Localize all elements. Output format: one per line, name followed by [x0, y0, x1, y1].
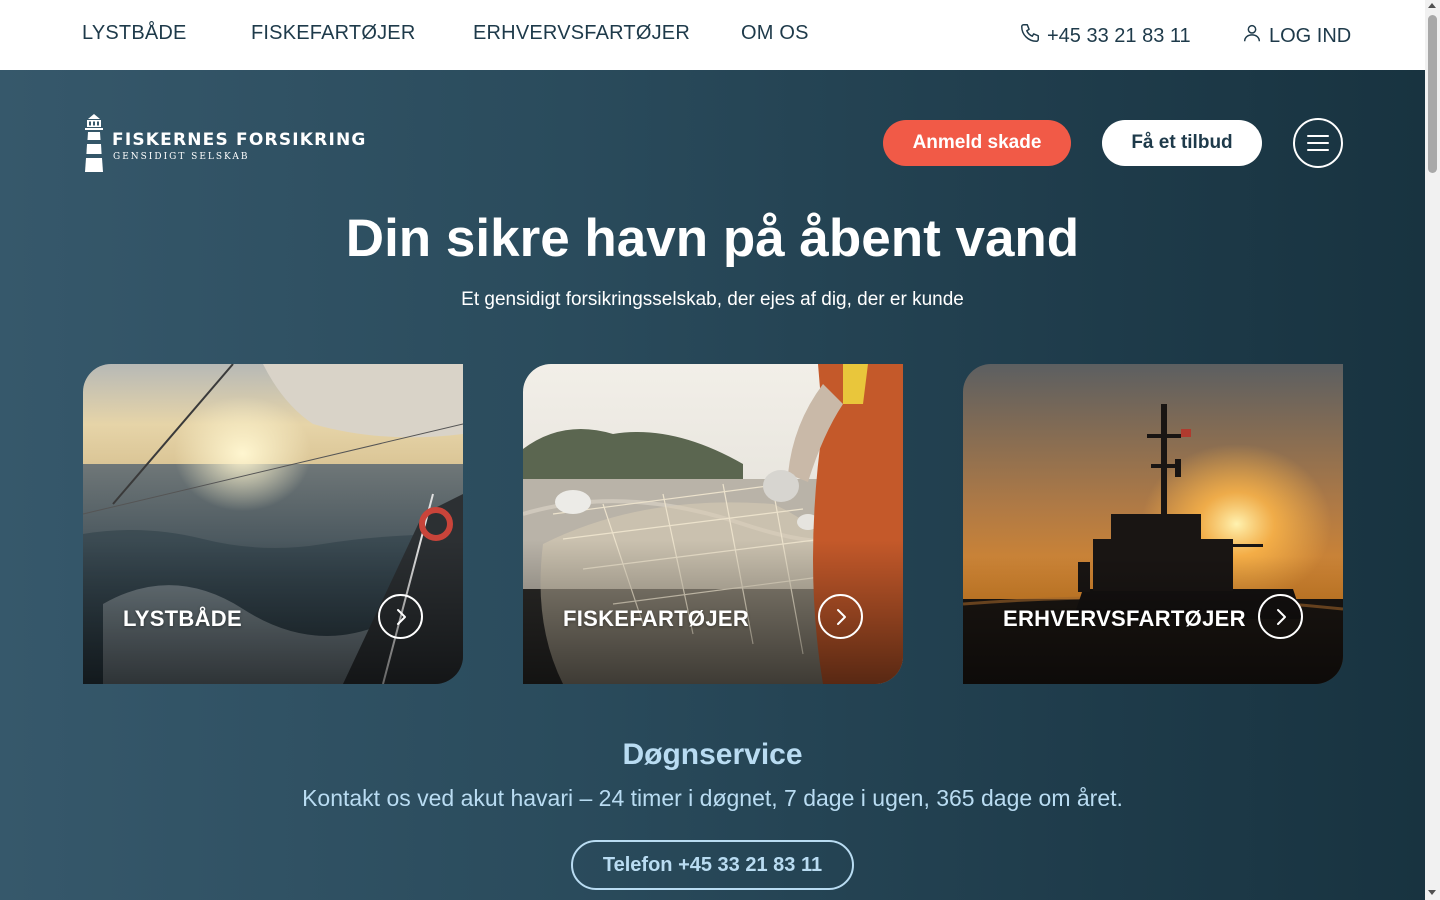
chevron-right-icon: [836, 608, 846, 625]
chevron-right-icon: [396, 608, 406, 625]
scroll-up-arrow-icon[interactable]: [1428, 3, 1436, 8]
hamburger-menu-icon: [1307, 135, 1329, 151]
hero-title: Din sikre havn på åbent vand: [345, 209, 1080, 268]
vertical-scrollbar[interactable]: [1425, 0, 1440, 900]
hero-subtitle: Et gensidigt forsikringsselskab, der eje…: [461, 289, 964, 310]
logo-name: FISKERNES FORSIKRING: [112, 130, 367, 150]
menu-button[interactable]: [1293, 118, 1343, 168]
card-fiskefartoejer[interactable]: FISKEFARTØJER: [523, 364, 903, 684]
topnav-fiskefartoejer[interactable]: FISKEFARTØJER: [251, 22, 416, 45]
card-label: LYSTBÅDE: [123, 606, 242, 631]
service-title: Døgnservice: [622, 738, 803, 771]
phone-call-button[interactable]: Telefon +45 33 21 83 11: [571, 840, 854, 890]
login-link[interactable]: LOG IND: [1241, 22, 1351, 50]
logo-subtitle: GENSIDIGT SELSKAB: [113, 152, 250, 162]
report-damage-button[interactable]: Anmeld skade: [883, 120, 1071, 166]
scroll-down-arrow-icon[interactable]: [1428, 890, 1436, 895]
logo[interactable]: FISKERNES FORSIKRING GENSIDIGT SELSKAB: [83, 114, 365, 174]
topnav-erhvervsfartoejer[interactable]: ERHVERVSFARTØJER: [473, 22, 690, 45]
service-text: Kontakt os ved akut havari – 24 timer i …: [302, 785, 1123, 811]
card-lystbaade[interactable]: LYSTBÅDE: [83, 364, 463, 684]
card-arrow-button[interactable]: [818, 594, 863, 639]
card-arrow-button[interactable]: [1258, 594, 1303, 639]
card-erhvervsfartoejer[interactable]: ERHVERVSFARTØJER: [963, 364, 1343, 684]
hero-section: FISKERNES FORSIKRING GENSIDIGT SELSKAB A…: [0, 70, 1425, 900]
chevron-right-icon: [1276, 608, 1286, 625]
scrollbar-thumb[interactable]: [1428, 15, 1437, 173]
topnav-phone-number: +45 33 21 83 11: [1047, 24, 1191, 47]
topnav-lystbaade[interactable]: LYSTBÅDE: [82, 22, 187, 45]
lighthouse-logo-icon: [85, 114, 103, 172]
get-offer-button[interactable]: Få et tilbud: [1102, 120, 1262, 166]
card-arrow-button[interactable]: [378, 594, 423, 639]
topnav-phone-link[interactable]: +45 33 21 83 11: [1019, 22, 1191, 50]
card-label: FISKEFARTØJER: [563, 606, 750, 631]
card-label: ERHVERVSFARTØJER: [1003, 606, 1246, 631]
user-icon: [1241, 22, 1263, 50]
phone-icon: [1019, 22, 1041, 50]
top-navigation-bar: LYSTBÅDE FISKEFARTØJER ERHVERVSFARTØJER …: [0, 0, 1425, 70]
login-label: LOG IND: [1269, 24, 1352, 47]
topnav-om-os[interactable]: OM OS: [741, 22, 809, 45]
